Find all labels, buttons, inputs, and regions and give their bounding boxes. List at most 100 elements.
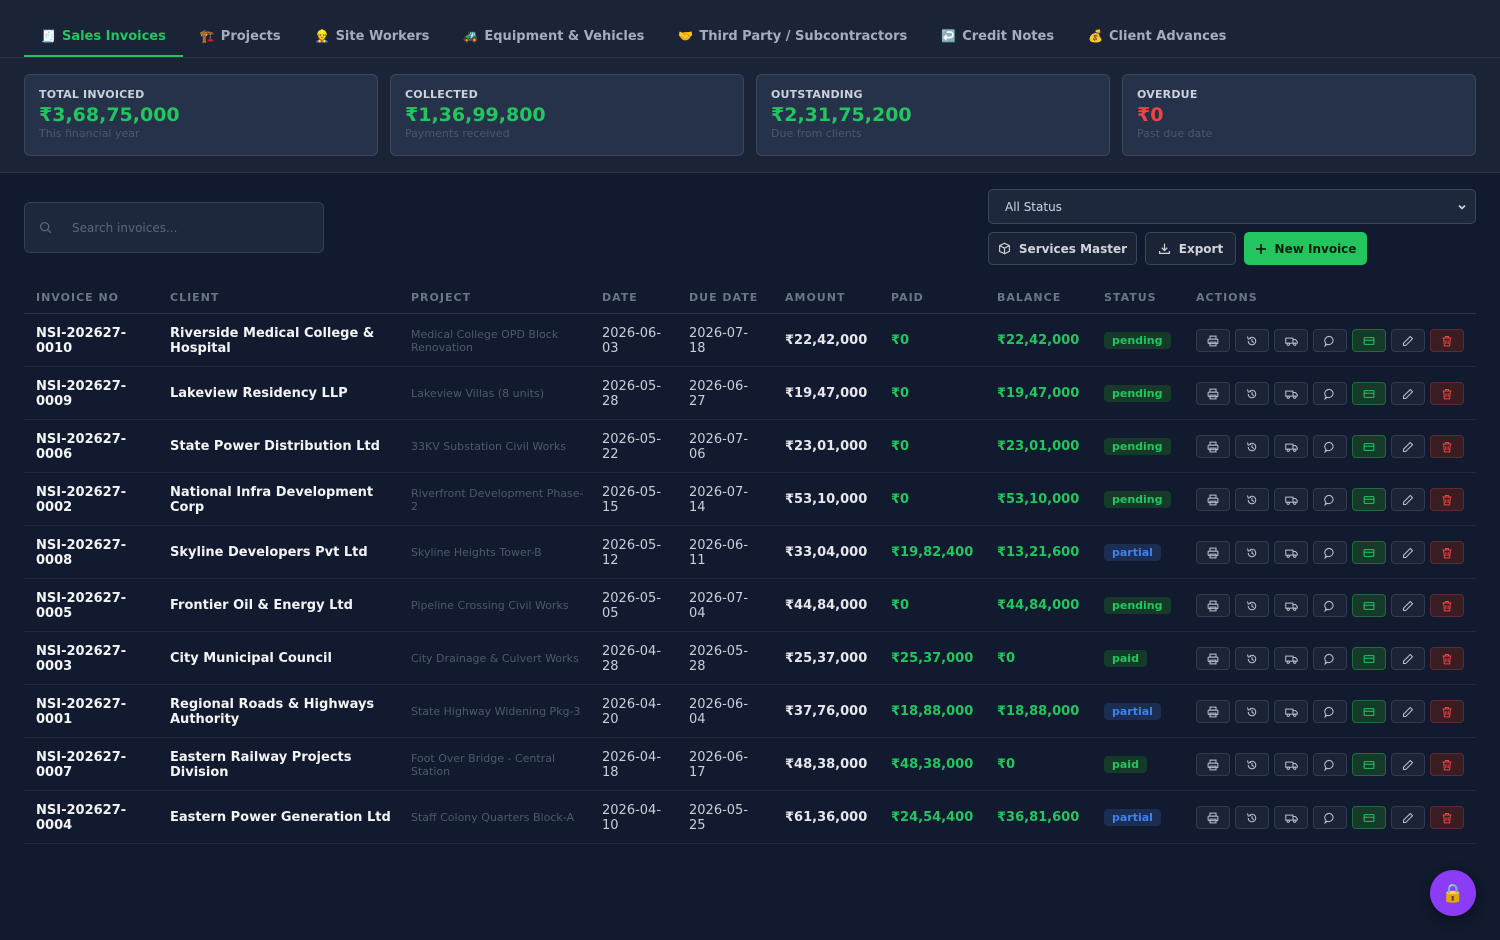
- tab-label: Equipment & Vehicles: [484, 28, 645, 44]
- print-button[interactable]: [1196, 806, 1230, 829]
- truck-button[interactable]: [1274, 700, 1308, 723]
- tab-client-advances[interactable]: 💰 Client Advances: [1071, 17, 1243, 57]
- truck-button[interactable]: [1274, 541, 1308, 564]
- payment-card-button[interactable]: [1352, 488, 1386, 511]
- trash-button[interactable]: [1430, 700, 1464, 723]
- export-button[interactable]: Export: [1145, 232, 1236, 265]
- tab-equipment-vehicles[interactable]: 🚜 Equipment & Vehicles: [446, 17, 661, 57]
- edit-pencil-button[interactable]: [1391, 700, 1425, 723]
- stat-subtext: This financial year: [39, 127, 140, 140]
- truck-button[interactable]: [1274, 435, 1308, 458]
- search-icon: [39, 221, 52, 234]
- edit-pencil-button[interactable]: [1391, 594, 1425, 617]
- new-invoice-button[interactable]: New Invoice: [1244, 232, 1367, 265]
- truck-button[interactable]: [1274, 382, 1308, 405]
- tab-label: Third Party / Subcontractors: [699, 28, 908, 44]
- truck-button[interactable]: [1274, 329, 1308, 352]
- truck-button[interactable]: [1274, 753, 1308, 776]
- trash-button[interactable]: [1430, 382, 1464, 405]
- history-button[interactable]: [1235, 806, 1269, 829]
- trash-button[interactable]: [1430, 329, 1464, 352]
- payment-card-button[interactable]: [1352, 382, 1386, 405]
- comment-button[interactable]: [1313, 382, 1347, 405]
- payment-card-button[interactable]: [1352, 700, 1386, 723]
- tab-projects[interactable]: 🏗️ Projects: [183, 17, 298, 57]
- payment-card-button[interactable]: [1352, 806, 1386, 829]
- print-button[interactable]: [1196, 594, 1230, 617]
- history-button[interactable]: [1235, 700, 1269, 723]
- history-button[interactable]: [1235, 382, 1269, 405]
- trash-button[interactable]: [1430, 488, 1464, 511]
- truck-button[interactable]: [1274, 647, 1308, 670]
- history-button[interactable]: [1235, 435, 1269, 458]
- client-name: Eastern Power Generation Ltd: [170, 810, 391, 825]
- edit-pencil-button[interactable]: [1391, 488, 1425, 511]
- paid-amount: ₹0: [891, 598, 910, 613]
- trash-button[interactable]: [1430, 541, 1464, 564]
- edit-pencil-button[interactable]: [1391, 382, 1425, 405]
- comment-button[interactable]: [1313, 488, 1347, 511]
- paid-amount-cell: ₹0: [891, 420, 909, 473]
- payment-card-icon: [1363, 441, 1375, 453]
- payment-card-button[interactable]: [1352, 435, 1386, 458]
- history-button[interactable]: [1235, 329, 1269, 352]
- paid-amount-cell: ₹24,54,400: [891, 791, 973, 844]
- trash-button[interactable]: [1430, 753, 1464, 776]
- edit-pencil-button[interactable]: [1391, 753, 1425, 776]
- history-icon: [1246, 547, 1258, 559]
- comment-button[interactable]: [1313, 647, 1347, 670]
- edit-pencil-button[interactable]: [1391, 435, 1425, 458]
- comment-button[interactable]: [1313, 700, 1347, 723]
- comment-button[interactable]: [1313, 594, 1347, 617]
- tab-third-party-subcontractors[interactable]: 🤝 Third Party / Subcontractors: [661, 17, 924, 57]
- history-button[interactable]: [1235, 753, 1269, 776]
- project-name: Foot Over Bridge - Central Station: [411, 751, 556, 778]
- truck-button[interactable]: [1274, 488, 1308, 511]
- print-button[interactable]: [1196, 541, 1230, 564]
- edit-pencil-button[interactable]: [1391, 647, 1425, 670]
- edit-pencil-button[interactable]: [1391, 329, 1425, 352]
- print-button[interactable]: [1196, 435, 1230, 458]
- payment-card-button[interactable]: [1352, 647, 1386, 670]
- payment-card-button[interactable]: [1352, 329, 1386, 352]
- print-button[interactable]: [1196, 382, 1230, 405]
- truck-button[interactable]: [1274, 806, 1308, 829]
- search-box[interactable]: [24, 202, 324, 253]
- print-button[interactable]: [1196, 488, 1230, 511]
- comment-icon: [1324, 759, 1336, 771]
- table-row: NSI-202627-0004 Eastern Power Generation …: [24, 791, 1476, 844]
- comment-button[interactable]: [1313, 806, 1347, 829]
- tab-credit-notes[interactable]: ↩️ Credit Notes: [924, 17, 1071, 57]
- comment-button[interactable]: [1313, 329, 1347, 352]
- comment-icon: [1324, 335, 1336, 347]
- history-button[interactable]: [1235, 647, 1269, 670]
- tab-site-workers[interactable]: 👷 Site Workers: [298, 17, 447, 57]
- comment-button[interactable]: [1313, 753, 1347, 776]
- print-button[interactable]: [1196, 753, 1230, 776]
- payment-card-button[interactable]: [1352, 753, 1386, 776]
- edit-pencil-button[interactable]: [1391, 806, 1425, 829]
- trash-button[interactable]: [1430, 435, 1464, 458]
- payment-card-button[interactable]: [1352, 541, 1386, 564]
- due-date: 2026-07-04: [689, 590, 749, 621]
- status-filter-select[interactable]: All Status: [988, 189, 1476, 224]
- lock-fab-button[interactable]: 🔒: [1430, 870, 1476, 916]
- comment-button[interactable]: [1313, 541, 1347, 564]
- history-button[interactable]: [1235, 541, 1269, 564]
- print-button[interactable]: [1196, 700, 1230, 723]
- history-button[interactable]: [1235, 488, 1269, 511]
- comment-button[interactable]: [1313, 435, 1347, 458]
- plus-icon: [1255, 243, 1267, 255]
- print-button[interactable]: [1196, 329, 1230, 352]
- edit-pencil-button[interactable]: [1391, 541, 1425, 564]
- trash-button[interactable]: [1430, 647, 1464, 670]
- truck-button[interactable]: [1274, 594, 1308, 617]
- payment-card-button[interactable]: [1352, 594, 1386, 617]
- history-button[interactable]: [1235, 594, 1269, 617]
- print-button[interactable]: [1196, 647, 1230, 670]
- trash-button[interactable]: [1430, 594, 1464, 617]
- services-master-button[interactable]: Services Master: [988, 232, 1137, 265]
- trash-button[interactable]: [1430, 806, 1464, 829]
- search-input[interactable]: [72, 220, 292, 235]
- tab-sales-invoices[interactable]: 🧾 Sales Invoices: [24, 17, 183, 57]
